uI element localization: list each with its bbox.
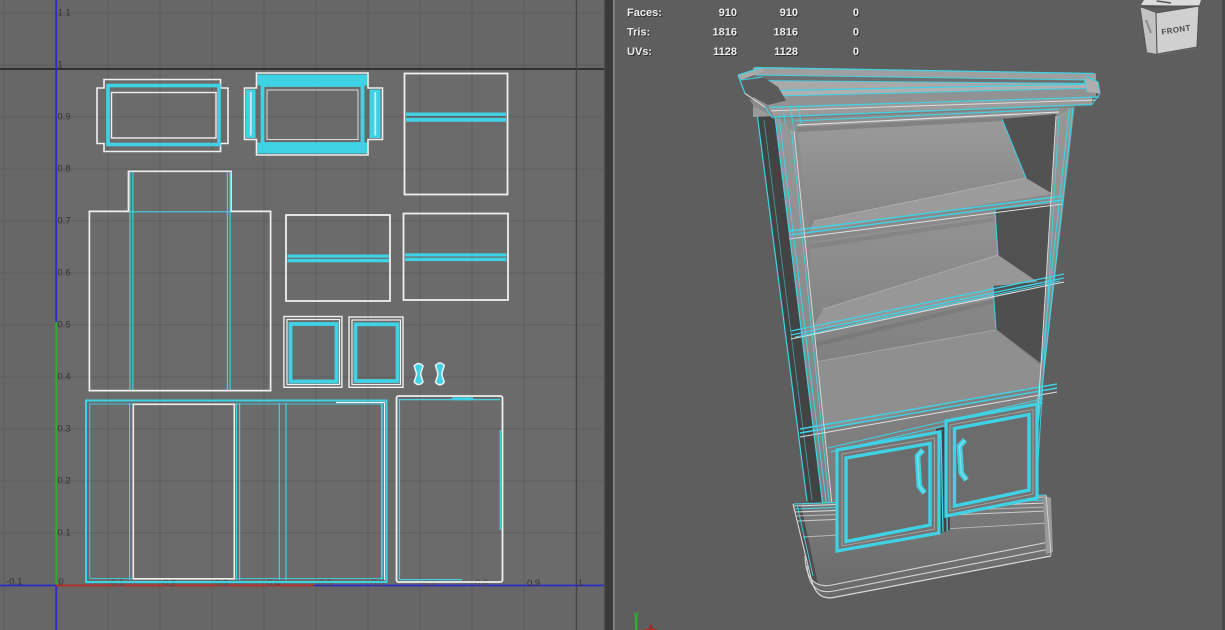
svg-text:0: 0 <box>853 7 859 19</box>
svg-text:1816: 1816 <box>713 27 737 39</box>
svg-text:Tris:: Tris: <box>627 27 650 39</box>
svg-text:1128: 1128 <box>774 46 798 58</box>
svg-text:1816: 1816 <box>774 27 798 39</box>
svg-text:910: 910 <box>719 7 737 19</box>
svg-text:0.6: 0.6 <box>371 578 384 589</box>
svg-text:0.2: 0.2 <box>58 476 71 487</box>
svg-text:Faces:: Faces: <box>627 7 662 19</box>
svg-text:0.5: 0.5 <box>319 578 332 589</box>
svg-text:1.1: 1.1 <box>58 8 71 19</box>
svg-text:0.9: 0.9 <box>58 112 71 123</box>
svg-text:0: 0 <box>853 27 859 39</box>
svg-text:0.8: 0.8 <box>475 578 488 589</box>
svg-text:1128: 1128 <box>713 46 737 58</box>
svg-text:1: 1 <box>58 60 63 71</box>
svg-text:1: 1 <box>578 578 583 589</box>
svg-text:0.1: 0.1 <box>111 578 124 589</box>
svg-text:0.8: 0.8 <box>58 164 71 175</box>
svg-text:910: 910 <box>780 7 798 19</box>
svg-text:0.2: 0.2 <box>163 578 176 589</box>
svg-text:UVs:: UVs: <box>627 46 652 58</box>
svg-text:0.7: 0.7 <box>58 216 71 227</box>
svg-text:0.9: 0.9 <box>527 578 540 589</box>
svg-text:-0.1: -0.1 <box>6 577 22 588</box>
svg-text:x: x <box>649 622 654 630</box>
svg-text:0: 0 <box>853 46 859 58</box>
svg-text:0.5: 0.5 <box>58 320 71 331</box>
svg-text:0: 0 <box>59 577 64 588</box>
svg-text:0.4: 0.4 <box>58 372 71 383</box>
svg-text:y: y <box>634 610 639 620</box>
svg-text:0.4: 0.4 <box>267 578 280 589</box>
svg-text:0.6: 0.6 <box>58 268 71 279</box>
svg-text:0.3: 0.3 <box>58 424 71 435</box>
svg-text:0.3: 0.3 <box>215 578 228 589</box>
svg-text:0.1: 0.1 <box>58 528 71 539</box>
